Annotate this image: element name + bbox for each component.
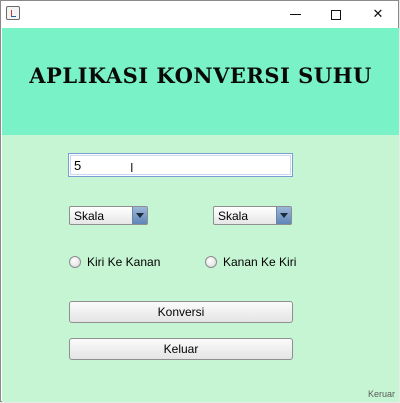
chevron-down-icon[interactable] bbox=[276, 207, 291, 224]
close-button[interactable]: ✕ bbox=[356, 1, 400, 28]
scale-from-value: Skala bbox=[74, 209, 105, 223]
temperature-input[interactable] bbox=[68, 153, 293, 177]
convert-button[interactable]: Konversi bbox=[69, 301, 293, 323]
radio-kanan-ke-kiri[interactable]: Kanan Ke Kiri bbox=[205, 254, 296, 270]
radio-button[interactable] bbox=[69, 256, 81, 268]
scale-from-select[interactable]: Skala bbox=[69, 206, 148, 225]
ibeam-cursor-icon: I bbox=[130, 161, 134, 175]
radio-button[interactable] bbox=[205, 256, 217, 268]
maximize-button[interactable] bbox=[314, 1, 358, 28]
maximize-icon bbox=[331, 9, 341, 20]
radio-label: Kiri Ke Kanan bbox=[87, 255, 161, 269]
minimize-button[interactable] bbox=[273, 1, 317, 28]
exit-button[interactable]: Keluar bbox=[69, 338, 293, 360]
java-app-icon bbox=[6, 6, 20, 20]
app-window: ✕ Aplikasi Konversi Suhu I Skala Skala K… bbox=[0, 0, 399, 402]
close-icon: ✕ bbox=[372, 7, 384, 22]
header-banner: Aplikasi Konversi Suhu bbox=[2, 28, 399, 135]
main-panel: I Skala Skala Kiri Ke Kanan Kanan Ke Kir… bbox=[2, 135, 399, 402]
title-bar: ✕ bbox=[1, 1, 398, 28]
scale-to-value: Skala bbox=[218, 209, 249, 223]
minimize-icon bbox=[289, 14, 301, 15]
page-title: Aplikasi Konversi Suhu bbox=[29, 63, 372, 88]
chevron-down-icon[interactable] bbox=[132, 207, 147, 224]
radio-label: Kanan Ke Kiri bbox=[223, 255, 297, 269]
scale-to-select[interactable]: Skala bbox=[213, 206, 292, 225]
corner-text: Keruar bbox=[368, 389, 396, 399]
radio-kiri-ke-kanan[interactable]: Kiri Ke Kanan bbox=[69, 254, 160, 270]
